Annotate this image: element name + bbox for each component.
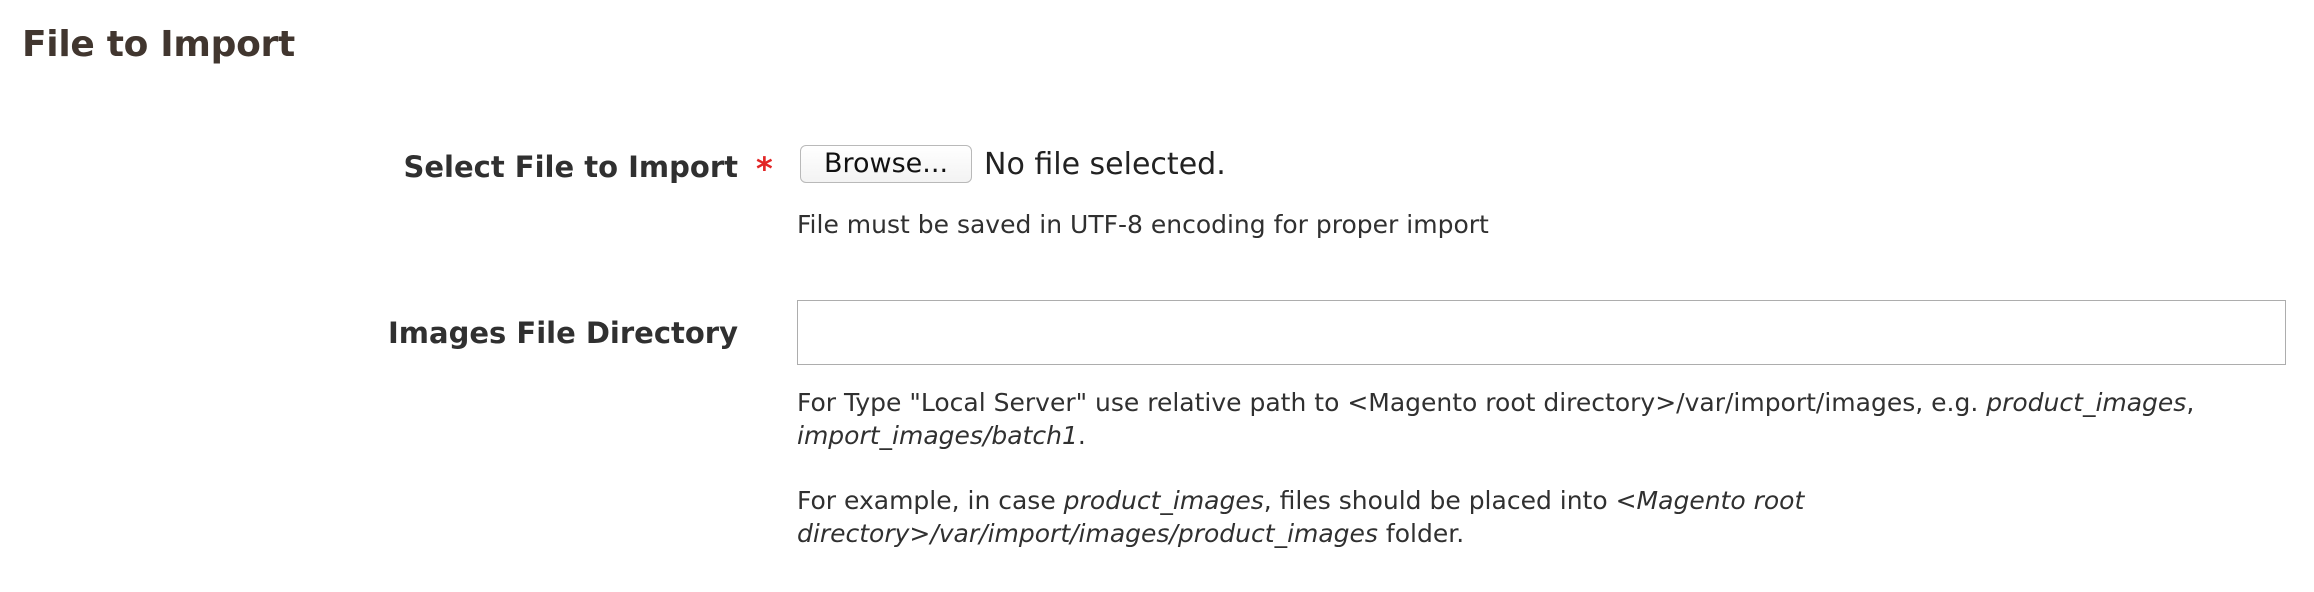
local-server-note-separator: ,	[2186, 388, 2195, 417]
local-server-note-prefix: For Type "Local Server" use relative pat…	[797, 388, 1987, 417]
example-note-suffix: folder.	[1377, 519, 1465, 548]
images-directory-label: Images File Directory	[388, 316, 738, 350]
browse-button[interactable]: Browse...	[800, 145, 972, 183]
select-file-label: Select File to Import	[403, 150, 738, 184]
example-note-middle: , files should be placed into	[1263, 486, 1616, 515]
images-directory-input[interactable]	[797, 300, 2286, 365]
example-note-prefix: For example, in case	[797, 486, 1064, 515]
example-note: For example, in case product_images, fil…	[797, 484, 2237, 550]
local-server-note-suffix: .	[1077, 421, 1086, 450]
local-server-example-2: import_images/batch1	[797, 421, 1078, 450]
encoding-note: File must be saved in UTF-8 encoding for…	[797, 210, 1489, 239]
required-indicator: *	[756, 150, 773, 188]
local-server-note: For Type "Local Server" use relative pat…	[797, 386, 2237, 452]
section-title: File to Import	[22, 24, 295, 65]
file-status-text: No file selected.	[984, 147, 1226, 182]
local-server-example-1: product_images	[1986, 388, 2187, 417]
example-note-folder: product_images	[1063, 486, 1264, 515]
